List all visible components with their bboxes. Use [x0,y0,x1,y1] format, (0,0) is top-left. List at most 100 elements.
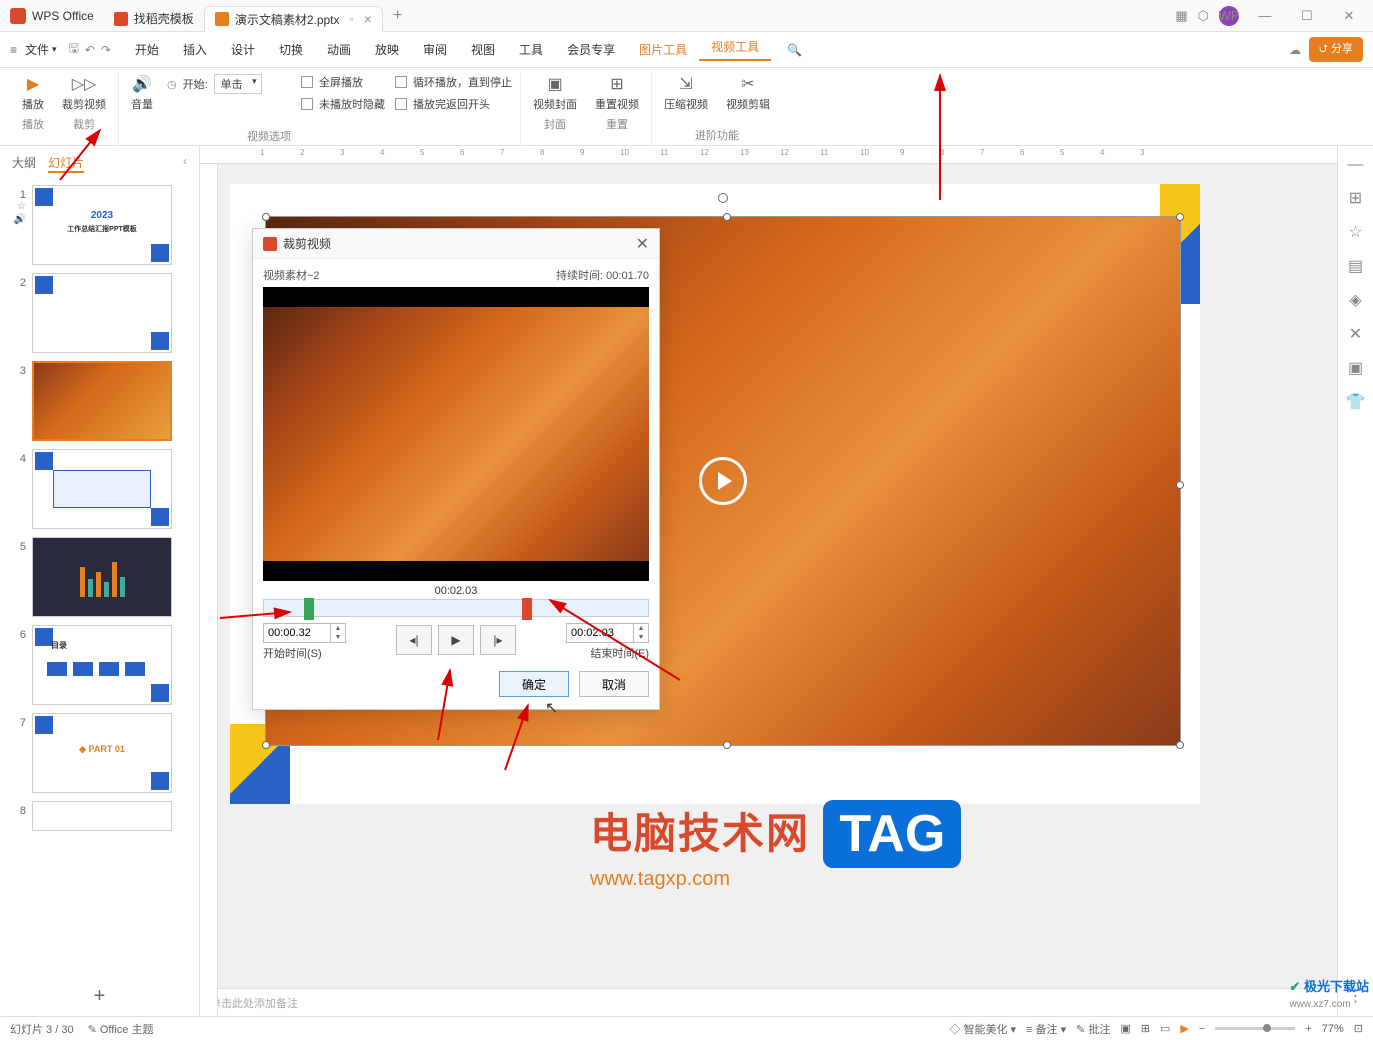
menu-transition[interactable]: 切换 [267,41,315,58]
zoom-out-icon[interactable]: − [1199,1023,1205,1035]
menu-tools[interactable]: 工具 [507,41,555,58]
slide-thumb-7[interactable]: ◆ PART 01 [32,713,172,793]
fit-icon[interactable]: ⊡ [1354,1022,1363,1035]
video-edit-button[interactable]: ✂ 视频剪辑 [722,72,774,125]
zoom-in-icon[interactable]: + [1305,1023,1311,1035]
cloud-icon[interactable]: ☁ [1289,43,1301,57]
compress-video-button[interactable]: ⇲ 压缩视频 [660,72,712,125]
search-icon[interactable]: 🔍 [787,43,802,57]
menu-animation[interactable]: 动画 [315,41,363,58]
add-slide-button[interactable]: + [0,977,199,1016]
menu-slideshow[interactable]: 放映 [363,41,411,58]
dialog-header[interactable]: 裁剪视频 ✕ [253,229,659,259]
rewind-checkbox[interactable]: 播放完返回开头 [395,96,512,112]
menu-review[interactable]: 审阅 [411,41,459,58]
template-icon[interactable]: ▤ [1348,256,1363,276]
star-icon[interactable]: ☆ [1348,222,1362,242]
cancel-button[interactable]: 取消 [579,671,649,697]
collapse-icon[interactable]: ‹ [183,154,187,173]
reset-video-button[interactable]: ⊞ 重置视频 重置 [591,72,643,145]
down-icon[interactable]: ▼ [634,633,648,642]
fullscreen-checkbox[interactable]: 全屏播放 [301,74,385,90]
undo-icon[interactable]: ↶ [85,43,95,57]
zoom-level[interactable]: 77% [1322,1023,1344,1035]
close-icon[interactable]: ✕ [1333,8,1365,24]
start-time-input[interactable]: ▲▼ [263,623,346,643]
animation-icon[interactable]: ◈ [1349,290,1361,310]
zoom-slider[interactable] [1215,1027,1295,1030]
menu-design[interactable]: 设计 [219,41,267,58]
view-normal-icon[interactable]: ▣ [1120,1022,1130,1035]
trim-video-button[interactable]: ▷▷ 裁剪视频 裁剪 [58,72,110,145]
minimize-icon[interactable]: — [1249,8,1281,23]
slide-thumb-1[interactable]: 2023工作总结汇报PPT模板 [32,185,172,265]
layout-icon[interactable]: ⊞ [1349,188,1362,208]
save-icon[interactable]: 🖫 [69,39,79,60]
resize-handle[interactable] [1176,741,1184,749]
remarks-button[interactable]: ≡ 备注 ▾ [1026,1021,1066,1037]
menu-member[interactable]: 会员专享 [555,41,627,58]
resize-handle[interactable] [1176,213,1184,221]
slide-thumb-8[interactable] [32,801,172,831]
up-icon[interactable]: ▲ [331,624,345,633]
maximize-icon[interactable]: ☐ [1291,8,1323,24]
down-icon[interactable]: ▼ [331,633,345,642]
minus-icon[interactable]: — [1348,156,1364,174]
video-cover-button[interactable]: ▣ 视频封面 封面 [529,72,581,145]
start-select[interactable]: 单击 ▾ [214,74,262,94]
play-button[interactable]: ▶ [438,625,474,655]
trim-start-handle[interactable] [304,598,314,620]
tab-document[interactable]: 演示文稿素材2.pptx ▫ × [204,6,383,32]
play-button[interactable]: ▶ 播放 播放 [18,72,48,145]
notes-area[interactable]: 单击此处添加备注 [200,988,1337,1016]
redo-icon[interactable]: ↷ [101,43,111,57]
view-slideshow-icon[interactable]: ▶ [1180,1022,1188,1035]
hide-checkbox[interactable]: 未播放时隐藏 [301,96,385,112]
tab-template[interactable]: 找稻壳模板 [104,6,204,32]
ok-button[interactable]: 确定 [499,671,569,697]
slide-thumb-6[interactable]: 目录 [32,625,172,705]
step-back-button[interactable]: ◂| [396,625,432,655]
trim-end-handle[interactable] [522,598,532,620]
person-icon[interactable]: 👕 [1346,392,1366,412]
loop-checkbox[interactable]: 循环播放，直到停止 [395,74,512,90]
menu-video-tools[interactable]: 视频工具 [699,38,771,61]
resize-handle[interactable] [723,213,731,221]
slide-thumb-2[interactable] [32,273,172,353]
thumbnails[interactable]: 1☆🔊2023工作总结汇报PPT模板 2 3 4 5 6目录 7◆ PART 0… [0,181,199,977]
cube-icon[interactable]: ⬡ [1198,8,1209,24]
slide-thumb-3[interactable] [32,361,172,441]
slides-tab[interactable]: 幻灯片 [48,154,84,173]
view-sorter-icon[interactable]: ⊞ [1141,1022,1150,1035]
grid-icon[interactable]: ▦ [1175,8,1187,24]
view-reading-icon[interactable]: ▭ [1160,1022,1170,1035]
resize-handle[interactable] [1176,481,1184,489]
new-tab-button[interactable]: + [383,7,412,25]
annotate-button[interactable]: ✎ 批注 [1076,1021,1110,1037]
box-icon[interactable]: ▣ [1348,358,1363,378]
menu-insert[interactable]: 插入 [171,41,219,58]
slide-thumb-5[interactable] [32,537,172,617]
menu-home[interactable]: 开始 [123,41,171,58]
tab-menu-icon[interactable]: ▫ [350,12,354,26]
trim-track[interactable] [263,599,649,617]
tools-icon[interactable]: ✕ [1349,324,1362,344]
avatar[interactable]: WP [1219,6,1239,26]
close-icon[interactable]: ✕ [636,234,649,254]
resize-handle[interactable] [723,741,731,749]
resize-handle[interactable] [262,213,270,221]
video-play-icon[interactable] [699,457,747,505]
up-icon[interactable]: ▲ [634,624,648,633]
menu-image-tools[interactable]: 图片工具 [627,41,699,58]
volume-button[interactable]: 🔊 音量 [127,72,157,114]
menu-view[interactable]: 视图 [459,41,507,58]
file-menu[interactable]: 文件▾ [25,41,57,58]
slide-thumb-4[interactable] [32,449,172,529]
hamburger-icon[interactable]: ≡ [10,43,17,57]
theme-label[interactable]: ✎ Office 主题 [88,1021,154,1037]
rotate-handle[interactable] [718,193,728,203]
beautify-button[interactable]: ◇ 智能美化 ▾ [949,1021,1016,1037]
step-forward-button[interactable]: |▸ [480,625,516,655]
close-icon[interactable]: × [364,11,372,27]
resize-handle[interactable] [262,741,270,749]
